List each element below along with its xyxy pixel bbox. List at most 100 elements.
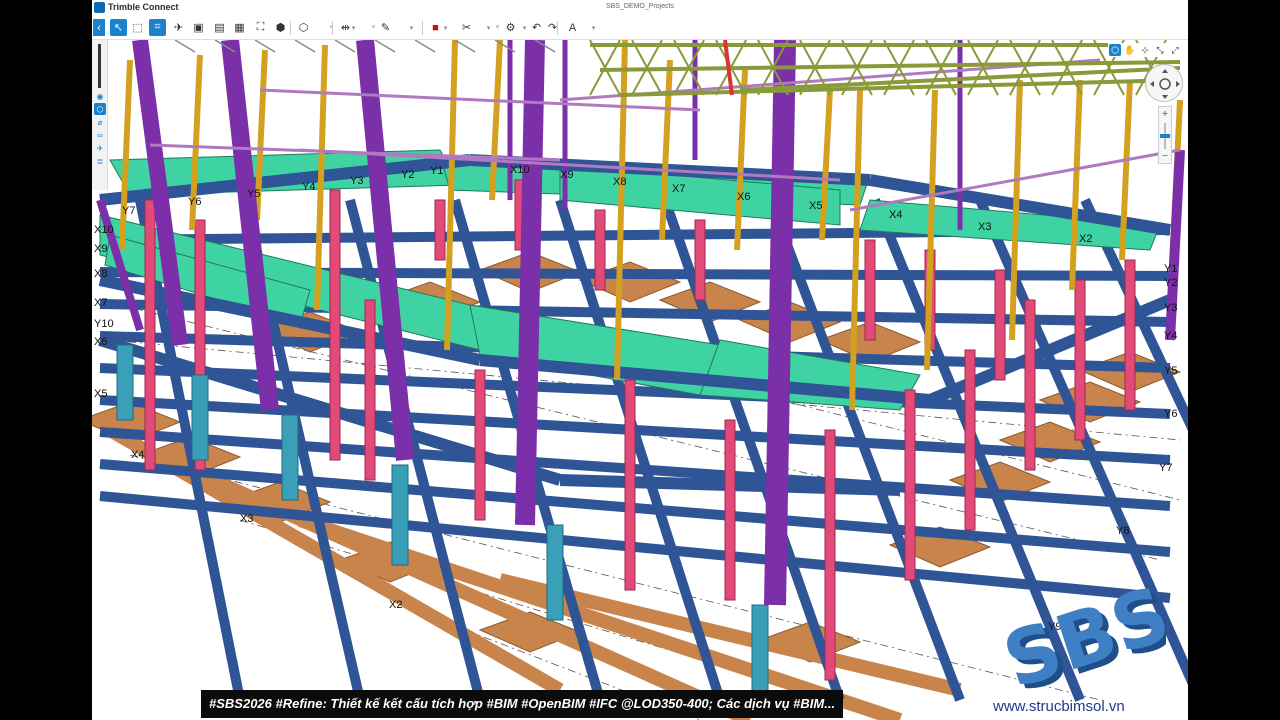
grid-axis-label: Y8 (1116, 525, 1130, 537)
grid-axis-label: X2 (389, 599, 403, 611)
dropdown-arrow-icon[interactable]: ▾ (590, 19, 597, 36)
markup-pen-icon[interactable]: ✎ (377, 19, 394, 36)
grid-axis-label: Y7 (1159, 462, 1173, 474)
column-pink (1124, 259, 1136, 411)
column-purple (515, 39, 545, 526)
grid-axis-label: X8 (613, 176, 627, 188)
column-pink (994, 269, 1006, 381)
sbs-logo-graphic: SBS SBS (993, 569, 1185, 710)
grid-axis-label: Y5 (1164, 365, 1178, 377)
website-link[interactable]: www.strucbimsol.vn (993, 698, 1125, 715)
zoom-handle[interactable] (1160, 134, 1170, 138)
fullscreen-exit-icon[interactable]: ⤡ (1154, 44, 1166, 56)
grid-axis-label: Y6 (188, 196, 202, 208)
text-icon[interactable]: A (564, 19, 581, 36)
walkthrough-icon[interactable]: ✈ (170, 19, 187, 36)
dropdown-arrow-icon[interactable]: ▾ (521, 19, 528, 36)
measure-widget-icon[interactable]: ⊹ (1139, 44, 1151, 56)
grid-axis-label: X10 (94, 224, 114, 236)
object-tree-icon[interactable]: ⬡ (94, 103, 106, 115)
clip-icon[interactable]: ⌀ (94, 116, 106, 128)
sbs-logo: SBS SBS (990, 560, 1185, 710)
pier-cyan (116, 344, 134, 421)
pier-cyan (191, 374, 209, 461)
column-pink (694, 219, 706, 301)
pier-cyan (391, 464, 409, 566)
grid-axis-label: X4 (131, 449, 145, 461)
back-icon[interactable]: ‹ (93, 19, 105, 36)
grid-axis-label: Y4 (302, 181, 316, 193)
grid-axis-label: Y3 (350, 175, 364, 187)
redo-icon[interactable]: ↷ (544, 19, 561, 36)
undo-icon[interactable]: ↶ (528, 19, 545, 36)
dropdown-arrow-icon[interactable]: ▾ (485, 19, 492, 36)
eye-icon[interactable]: ◉ (94, 90, 106, 102)
grid-axis-label: X5 (94, 388, 108, 400)
grid-axis-label: X7 (672, 183, 686, 195)
clip-scissors-icon[interactable]: ✂ (458, 19, 475, 36)
dropdown-arrow-icon[interactable]: ▾ (350, 19, 357, 36)
toolbar-separator (332, 21, 333, 35)
select-icon[interactable]: ↖ (110, 19, 127, 36)
zoom-slider[interactable]: + − (1158, 106, 1172, 164)
column-pink (329, 189, 341, 461)
pan-hand-icon[interactable]: ✋ (1124, 44, 1136, 56)
fullscreen-icon[interactable]: ⤢ (1169, 44, 1181, 56)
object-icon[interactable]: ⬢ (272, 19, 289, 36)
grid-axis-label: X6 (737, 191, 751, 203)
dropdown-arrow-icon[interactable]: ▾ (442, 19, 449, 36)
grid-axis-label: Y4 (1164, 330, 1178, 342)
column-pink (624, 379, 636, 591)
grid-axis-label: Y10 (94, 318, 114, 330)
document-title: SBS_DEMO_Projects (605, 3, 675, 10)
grid-axis-label: X3 (978, 221, 992, 233)
grid-axis-label: X8 (94, 268, 108, 280)
zoom-out-button[interactable]: − (1159, 151, 1171, 163)
grid-axis-label: X4 (889, 209, 903, 221)
grid-axis-label: X5 (809, 200, 823, 212)
panel-resize-handle[interactable] (98, 44, 101, 88)
pier-cyan (751, 604, 769, 701)
settings-icon[interactable]: ⚙ (502, 19, 519, 36)
cube-icon[interactable]: ⬡ (295, 19, 312, 36)
column-pink (724, 419, 736, 601)
grid-axis-label: Y6 (1164, 408, 1178, 420)
column-pink (964, 349, 976, 531)
column-pink (364, 299, 376, 481)
grid-axis-label: X9 (560, 169, 574, 181)
link-icon[interactable]: ∞ (94, 129, 106, 141)
pier-cyan (546, 524, 564, 621)
grid-axis-label: Y7 (122, 205, 136, 217)
box-select-icon[interactable]: ⬚ (129, 19, 146, 36)
clear-icon[interactable]: × (370, 19, 377, 36)
layers-icon[interactable]: ≣ (94, 155, 106, 167)
view-section-icon[interactable]: ▤ (211, 19, 228, 36)
grid-axis-label: Y5 (247, 188, 261, 200)
column-pink (434, 199, 446, 261)
column-pink (824, 429, 836, 681)
zoom-in-button[interactable]: + (1159, 109, 1171, 121)
fly-icon[interactable]: ✈ (94, 142, 106, 154)
dropdown-arrow-icon[interactable]: ▾ (408, 19, 415, 36)
main-toolbar: ‹↖⬚⌗✈▣▤▦⛶⬢⬡⇹✎■✂⚙↶↷A×▾×▾▾▾×▾▾ (92, 16, 1188, 40)
pier-cyan (281, 414, 299, 501)
column-pink (1074, 279, 1086, 441)
selection-set-icon[interactable]: ⌗ (149, 19, 166, 36)
grid-axis-label: X2 (1079, 233, 1093, 245)
grid-axis-label: Y1 (430, 165, 444, 177)
column-pink (904, 389, 916, 581)
fit-all-icon[interactable]: ⛶ (252, 19, 269, 36)
toolbar-separator (557, 21, 558, 35)
column-pink (1024, 299, 1036, 471)
view-fit-icon[interactable]: ▣ (190, 19, 207, 36)
grid-axis-label: Y1 (1164, 263, 1178, 275)
cube-toggle-icon[interactable]: ⬡ (1109, 44, 1121, 56)
left-side-panel: ◉ ⬡ ⌀ ∞ ✈ ≣ (92, 40, 108, 190)
title-bar: Trimble Connect SBS_DEMO_Projects (92, 0, 1188, 16)
grid-axis-label: X10 (510, 164, 530, 176)
view-frame-icon[interactable]: ▦ (231, 19, 248, 36)
clear-icon[interactable]: × (494, 19, 501, 36)
grid-axis-label: X6 (94, 336, 108, 348)
column-pink (594, 209, 606, 291)
orbit-nav-cube[interactable] (1145, 64, 1183, 102)
